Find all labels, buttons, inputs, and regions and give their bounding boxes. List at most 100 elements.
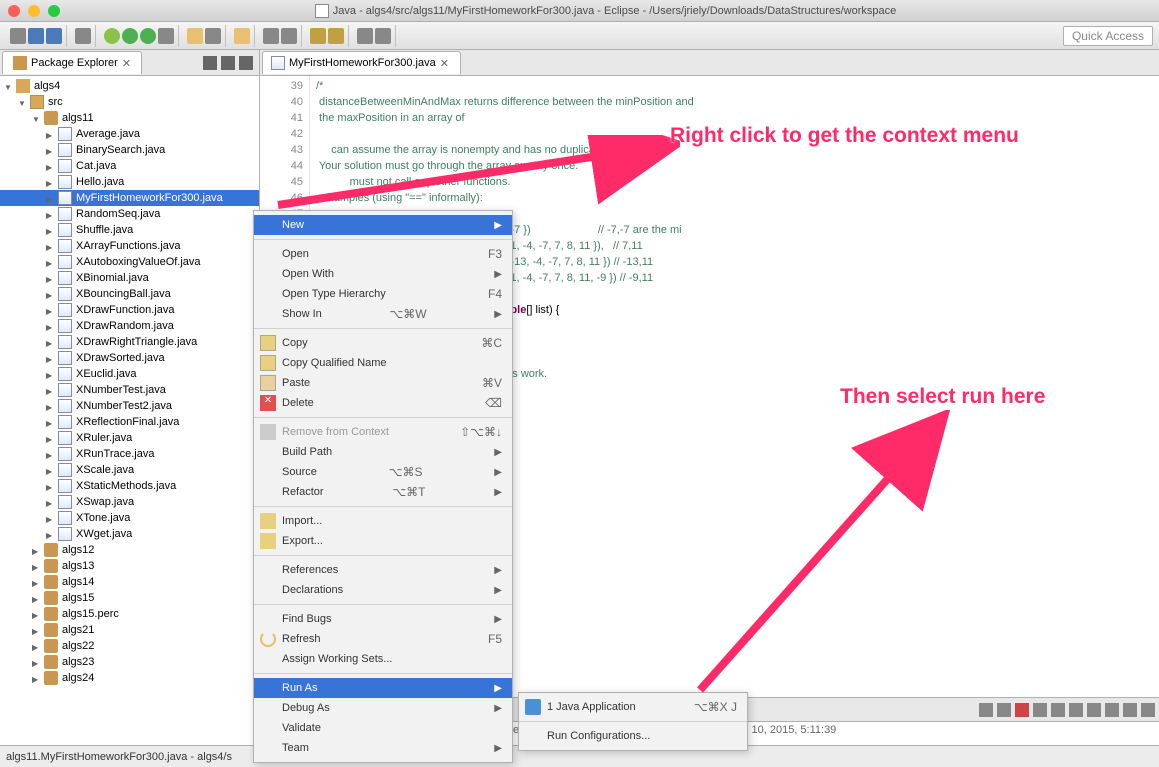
package-explorer-tab[interactable]: Package Explorer ✕ <box>2 51 142 74</box>
disclosure-icon[interactable] <box>32 673 42 683</box>
tree-item[interactable]: XStaticMethods.java <box>0 478 259 494</box>
collapse-all-icon[interactable] <box>203 56 217 70</box>
view-menu-icon[interactable] <box>239 56 253 70</box>
disclosure-icon[interactable] <box>46 321 56 331</box>
disclosure-icon[interactable] <box>32 577 42 587</box>
tree-item[interactable]: XRuler.java <box>0 430 259 446</box>
disclosure-icon[interactable] <box>18 97 28 107</box>
tree-item[interactable]: MyFirstHomeworkFor300.java <box>0 190 259 206</box>
close-tab-icon[interactable]: ✕ <box>440 57 452 69</box>
context-menu[interactable]: New▶OpenF3Open With▶Open Type HierarchyF… <box>253 210 513 763</box>
open-type-icon[interactable] <box>234 28 250 44</box>
display-console-icon[interactable] <box>1087 703 1101 717</box>
disclosure-icon[interactable] <box>32 561 42 571</box>
tree-item[interactable]: XBouncingBall.java <box>0 286 259 302</box>
menu-item-open-type-hierarchy[interactable]: Open Type HierarchyF4 <box>254 284 512 304</box>
disclosure-icon[interactable] <box>46 145 56 155</box>
quick-access-input[interactable]: Quick Access <box>1063 26 1153 46</box>
tree-item[interactable]: XDrawFunction.java <box>0 302 259 318</box>
menu-item-import[interactable]: Import... <box>254 511 512 531</box>
disclosure-icon[interactable] <box>46 353 56 363</box>
link-editor-icon[interactable] <box>221 56 235 70</box>
disclosure-icon[interactable] <box>46 225 56 235</box>
tree-item[interactable]: XSwap.java <box>0 494 259 510</box>
save-icon[interactable] <box>28 28 44 44</box>
tree-item[interactable]: algs11 <box>0 110 259 126</box>
tree-item[interactable]: algs15 <box>0 590 259 606</box>
open-console-icon[interactable] <box>1105 703 1119 717</box>
disclosure-icon[interactable] <box>46 289 56 299</box>
task-icon[interactable] <box>310 28 326 44</box>
menu-item-refresh[interactable]: RefreshF5 <box>254 629 512 649</box>
menu-item-show-in[interactable]: Show In⌥⌘W▶ <box>254 304 512 324</box>
disclosure-icon[interactable] <box>32 625 42 635</box>
tree-item[interactable]: algs22 <box>0 638 259 654</box>
close-window-button[interactable] <box>8 5 20 17</box>
disclosure-icon[interactable] <box>32 657 42 667</box>
clear-console-icon[interactable] <box>1033 703 1047 717</box>
minimize-window-button[interactable] <box>28 5 40 17</box>
disclosure-icon[interactable] <box>32 609 42 619</box>
menu-item-refactor[interactable]: Refactor⌥⌘T▶ <box>254 482 512 502</box>
tree-item[interactable]: algs15.perc <box>0 606 259 622</box>
menu-item-assign-working-sets[interactable]: Assign Working Sets... <box>254 649 512 669</box>
menu-item-references[interactable]: References▶ <box>254 560 512 580</box>
tree-item[interactable]: XWget.java <box>0 526 259 542</box>
tree-item[interactable]: algs23 <box>0 654 259 670</box>
menu-item-build-path[interactable]: Build Path▶ <box>254 442 512 462</box>
console-action-1-icon[interactable] <box>979 703 993 717</box>
submenu-item-run-configurations[interactable]: Run Configurations... <box>519 726 747 746</box>
submenu-item-1-java-application[interactable]: 1 Java Application⌥⌘X J <box>519 697 747 717</box>
tree-item[interactable]: algs21 <box>0 622 259 638</box>
tree-item[interactable]: XTone.java <box>0 510 259 526</box>
menu-item-delete[interactable]: Delete⌫ <box>254 393 512 413</box>
menu-item-find-bugs[interactable]: Find Bugs▶ <box>254 609 512 629</box>
tree-item[interactable]: XArrayFunctions.java <box>0 238 259 254</box>
menu-item-new[interactable]: New▶ <box>254 215 512 235</box>
minimize-view-icon[interactable] <box>1123 703 1137 717</box>
tree-item[interactable]: XAutoboxingValueOf.java <box>0 254 259 270</box>
toggle-icon[interactable] <box>281 28 297 44</box>
tree-item[interactable]: XEuclid.java <box>0 366 259 382</box>
tree-item[interactable]: XDrawRandom.java <box>0 318 259 334</box>
editor-tab[interactable]: MyFirstHomeworkFor300.java ✕ <box>262 51 461 74</box>
tree-item[interactable]: algs14 <box>0 574 259 590</box>
external-tools-icon[interactable] <box>158 28 174 44</box>
code-line[interactable]: /* <box>316 78 1153 94</box>
tree-item[interactable]: XNumberTest.java <box>0 382 259 398</box>
tree-item[interactable]: XDrawSorted.java <box>0 350 259 366</box>
disclosure-icon[interactable] <box>46 497 56 507</box>
disclosure-icon[interactable] <box>4 81 14 91</box>
zoom-window-button[interactable] <box>48 5 60 17</box>
disclosure-icon[interactable] <box>46 401 56 411</box>
disclosure-icon[interactable] <box>32 641 42 651</box>
build-icon[interactable] <box>75 28 91 44</box>
run-as-submenu[interactable]: 1 Java Application⌥⌘X J Run Configuration… <box>518 692 748 751</box>
tree-item[interactable]: algs12 <box>0 542 259 558</box>
tree-item[interactable]: Hello.java <box>0 174 259 190</box>
tree-item[interactable]: XScale.java <box>0 462 259 478</box>
menu-item-open-with[interactable]: Open With▶ <box>254 264 512 284</box>
new-package-icon[interactable] <box>187 28 203 44</box>
remove-terminated-icon[interactable] <box>1015 703 1029 717</box>
package-explorer-tree[interactable]: algs4srcalgs11Average.javaBinarySearch.j… <box>0 76 259 745</box>
run-last-icon[interactable] <box>140 28 156 44</box>
tree-item[interactable]: XNumberTest2.java <box>0 398 259 414</box>
menu-item-copy-qualified-name[interactable]: Copy Qualified Name <box>254 353 512 373</box>
disclosure-icon[interactable] <box>46 369 56 379</box>
tree-item[interactable]: src <box>0 94 259 110</box>
disclosure-icon[interactable] <box>32 113 42 123</box>
tree-item[interactable]: XReflectionFinal.java <box>0 414 259 430</box>
forward-nav-icon[interactable] <box>375 28 391 44</box>
tree-item[interactable]: algs4 <box>0 78 259 94</box>
menu-item-validate[interactable]: Validate <box>254 718 512 738</box>
disclosure-icon[interactable] <box>46 257 56 267</box>
run-icon[interactable] <box>122 28 138 44</box>
search-icon[interactable] <box>263 28 279 44</box>
disclosure-icon[interactable] <box>46 433 56 443</box>
tree-item[interactable]: XDrawRightTriangle.java <box>0 334 259 350</box>
disclosure-icon[interactable] <box>46 337 56 347</box>
task2-icon[interactable] <box>328 28 344 44</box>
menu-item-team[interactable]: Team▶ <box>254 738 512 758</box>
back-nav-icon[interactable] <box>357 28 373 44</box>
